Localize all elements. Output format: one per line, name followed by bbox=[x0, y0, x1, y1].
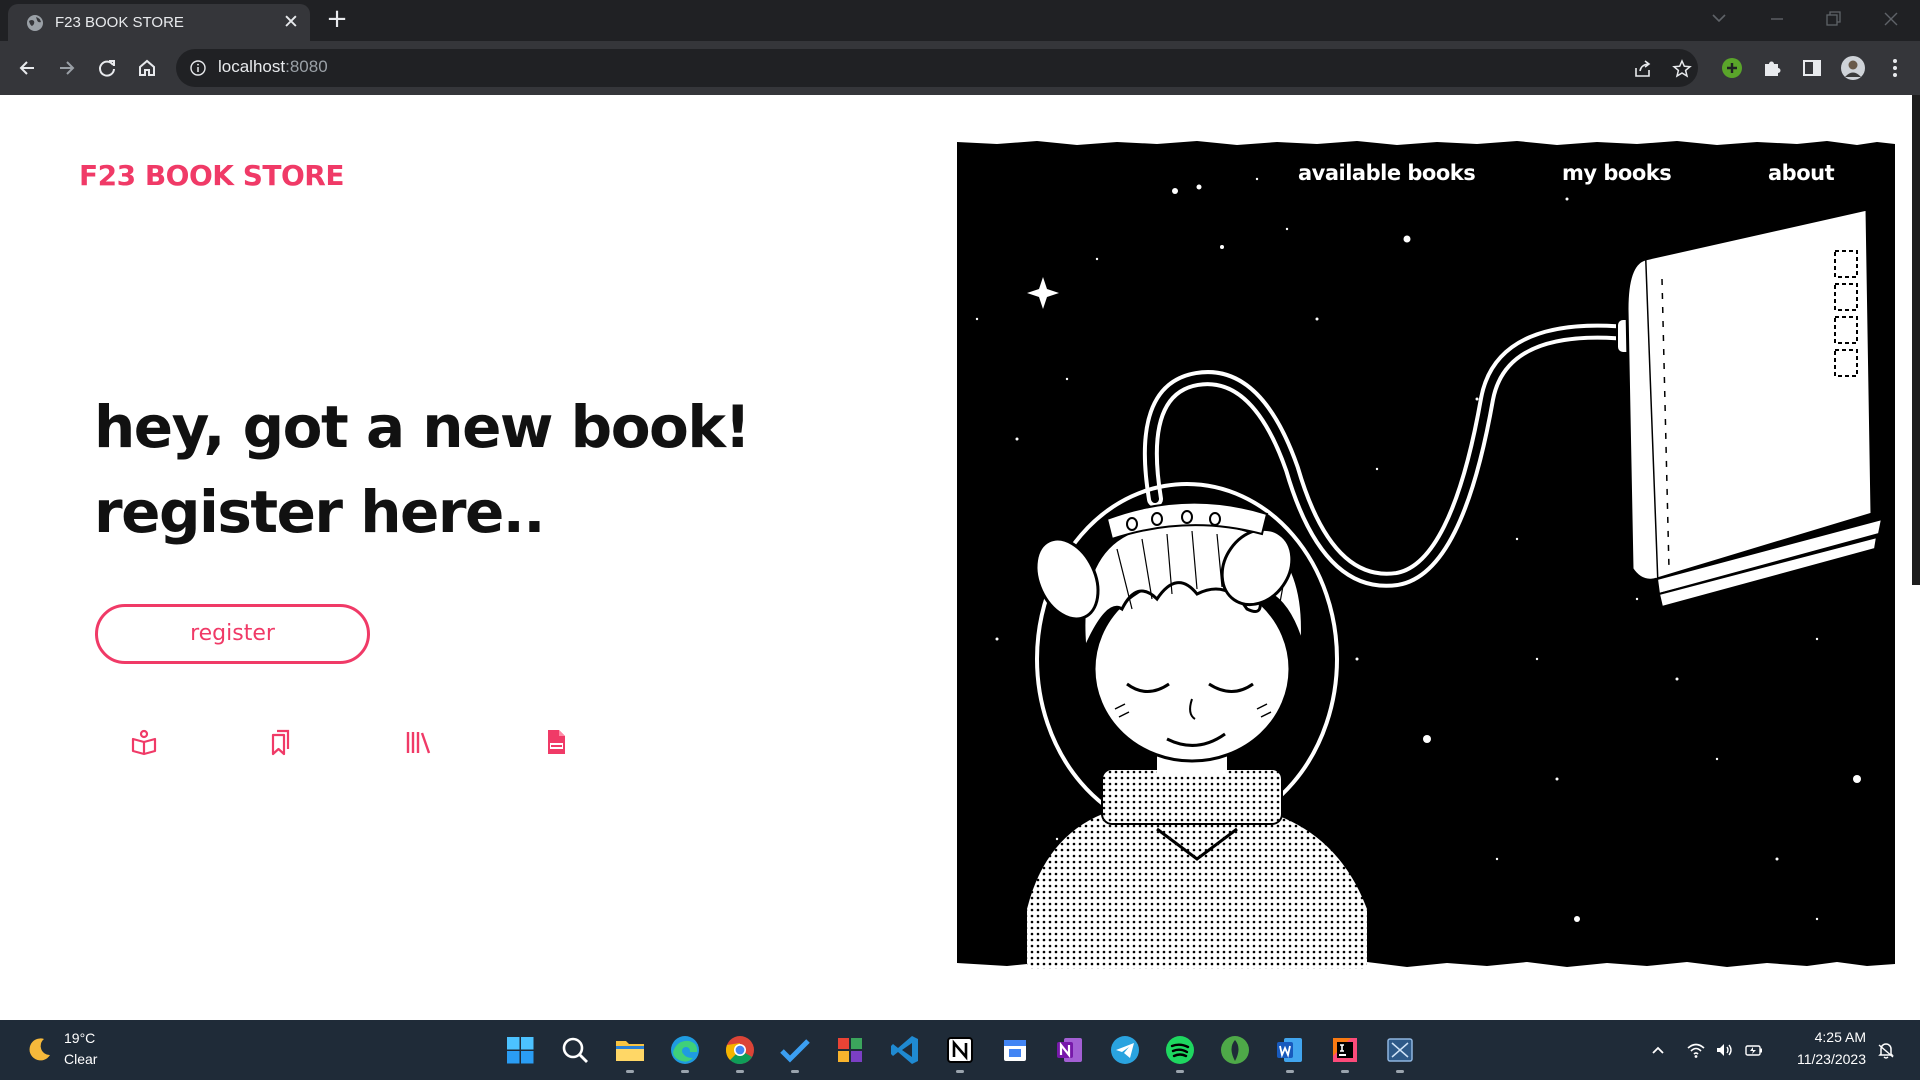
taskbar-search[interactable] bbox=[557, 1032, 593, 1068]
register-button[interactable]: register bbox=[95, 604, 370, 664]
intellij-icon bbox=[1333, 1038, 1357, 1062]
taskbar-telegram[interactable] bbox=[1107, 1032, 1143, 1068]
edge-icon bbox=[671, 1036, 699, 1064]
weather-description[interactable]: Clear bbox=[64, 1051, 97, 1067]
vm-app-icon bbox=[1387, 1038, 1413, 1062]
pdf-file-icon bbox=[548, 730, 565, 754]
running-indicator bbox=[956, 1070, 964, 1073]
windows-logo-icon bbox=[507, 1037, 534, 1064]
url-text[interactable]: localhost:8080 bbox=[218, 57, 328, 77]
taskbar-spotify[interactable] bbox=[1162, 1032, 1198, 1073]
extension-green-icon[interactable] bbox=[1719, 55, 1745, 81]
taskbar-vm-app[interactable] bbox=[1382, 1032, 1418, 1073]
nav-about[interactable]: about bbox=[1768, 161, 1835, 185]
start-button[interactable] bbox=[502, 1032, 538, 1068]
back-icon[interactable] bbox=[12, 53, 42, 83]
battery-icon[interactable] bbox=[1744, 1040, 1764, 1060]
running-indicator bbox=[736, 1070, 744, 1073]
mongodb-leaf-icon bbox=[1221, 1036, 1249, 1064]
tab-search-icon[interactable] bbox=[1704, 6, 1734, 32]
chrome-icon bbox=[725, 1036, 754, 1065]
taskbar-edge[interactable] bbox=[667, 1032, 703, 1073]
office-grid-icon bbox=[838, 1038, 862, 1062]
taskbar-intellij[interactable] bbox=[1327, 1032, 1363, 1073]
address-bar[interactable]: localhost:8080 bbox=[176, 49, 1698, 87]
headline-line-1: hey, got a new book! bbox=[94, 393, 751, 461]
clock-date[interactable]: 11/23/2023 bbox=[1770, 1051, 1866, 1067]
taskbar-onenote[interactable] bbox=[1052, 1032, 1088, 1068]
headline-line-2: register here.. bbox=[94, 478, 545, 546]
taskbar-calendar[interactable] bbox=[997, 1032, 1033, 1068]
show-hidden-icons-chevron[interactable] bbox=[1648, 1040, 1668, 1060]
running-indicator bbox=[1286, 1070, 1294, 1073]
moon-weather-icon[interactable] bbox=[24, 1035, 54, 1065]
globe-icon bbox=[27, 15, 43, 31]
telegram-icon bbox=[1111, 1036, 1139, 1064]
onenote-icon bbox=[1057, 1038, 1082, 1062]
vscode-icon bbox=[891, 1036, 918, 1064]
site-info-icon[interactable] bbox=[190, 60, 206, 76]
new-tab-button[interactable]: + bbox=[324, 6, 350, 33]
restore-icon[interactable] bbox=[1818, 6, 1848, 32]
taskbar-mongodb-compass[interactable] bbox=[1217, 1032, 1253, 1068]
profile-avatar[interactable] bbox=[1840, 55, 1866, 81]
taskbar-word[interactable] bbox=[1272, 1032, 1308, 1073]
weather-temperature[interactable]: 19°C bbox=[64, 1030, 95, 1046]
word-icon bbox=[1277, 1038, 1302, 1062]
scrollbar-thumb[interactable] bbox=[1912, 95, 1920, 585]
minimize-icon[interactable] bbox=[1762, 6, 1792, 32]
site-logo[interactable]: F23 BOOK STORE bbox=[79, 159, 345, 192]
taskbar-office-app[interactable] bbox=[832, 1032, 868, 1068]
spotify-icon bbox=[1166, 1036, 1194, 1064]
taskbar-todo[interactable] bbox=[777, 1032, 813, 1073]
page-content: F23 BOOK STORE hey, got a new book! regi… bbox=[0, 95, 1920, 1020]
share-icon[interactable] bbox=[1632, 58, 1654, 80]
library-icon bbox=[406, 732, 431, 754]
taskbar-vscode[interactable] bbox=[887, 1032, 923, 1068]
running-indicator bbox=[681, 1070, 689, 1073]
hero-illustration: available books my books about bbox=[957, 139, 1895, 969]
notification-bell-icon[interactable] bbox=[1876, 1040, 1896, 1060]
tab-title: F23 BOOK STORE bbox=[55, 14, 184, 31]
folder-icon bbox=[616, 1041, 644, 1061]
running-indicator bbox=[1396, 1070, 1404, 1073]
browser-toolbar: localhost:8080 bbox=[0, 41, 1920, 95]
taskbar-chrome[interactable] bbox=[722, 1032, 758, 1073]
taskbar-notion[interactable] bbox=[942, 1032, 978, 1073]
notion-icon bbox=[947, 1037, 973, 1063]
menu-kebab-icon[interactable] bbox=[1882, 55, 1908, 81]
search-icon bbox=[562, 1037, 588, 1063]
nav-available-books[interactable]: available books bbox=[1298, 161, 1476, 185]
browser-tab[interactable]: F23 BOOK STORE ✕ bbox=[8, 4, 310, 41]
calendar-icon bbox=[1004, 1040, 1026, 1061]
browser-tab-bar: F23 BOOK STORE ✕ + bbox=[0, 0, 1920, 41]
reload-icon[interactable] bbox=[92, 53, 122, 83]
nav-my-books[interactable]: my books bbox=[1562, 161, 1672, 185]
running-indicator bbox=[626, 1070, 634, 1073]
running-indicator bbox=[791, 1070, 799, 1073]
forward-icon[interactable] bbox=[52, 53, 82, 83]
bookmarks-icon bbox=[271, 729, 290, 756]
tab-close-button[interactable]: ✕ bbox=[280, 11, 302, 33]
bookmark-star-icon[interactable] bbox=[1671, 58, 1693, 80]
taskbar-file-explorer[interactable] bbox=[612, 1032, 648, 1073]
running-indicator bbox=[1341, 1070, 1349, 1073]
running-indicator bbox=[1176, 1070, 1184, 1073]
todo-check-icon bbox=[780, 1039, 810, 1063]
hero-headline: hey, got a new book! register here.. bbox=[94, 385, 751, 555]
clock-time[interactable]: 4:25 AM bbox=[1770, 1029, 1866, 1045]
url-host: localhost bbox=[218, 57, 286, 76]
extensions-puzzle-icon[interactable] bbox=[1759, 55, 1785, 81]
astronaut-reading-illustration bbox=[957, 139, 1895, 969]
wifi-icon[interactable] bbox=[1686, 1040, 1706, 1060]
url-port: :8080 bbox=[285, 57, 328, 76]
home-icon[interactable] bbox=[132, 53, 162, 83]
volume-icon[interactable] bbox=[1714, 1040, 1734, 1060]
close-window-icon[interactable] bbox=[1876, 6, 1906, 32]
side-panel-icon[interactable] bbox=[1799, 55, 1825, 81]
windows-taskbar: 19°C Clear 4:25 AM 11/23/2023 bbox=[0, 1020, 1920, 1080]
open-book-icon bbox=[131, 729, 157, 756]
